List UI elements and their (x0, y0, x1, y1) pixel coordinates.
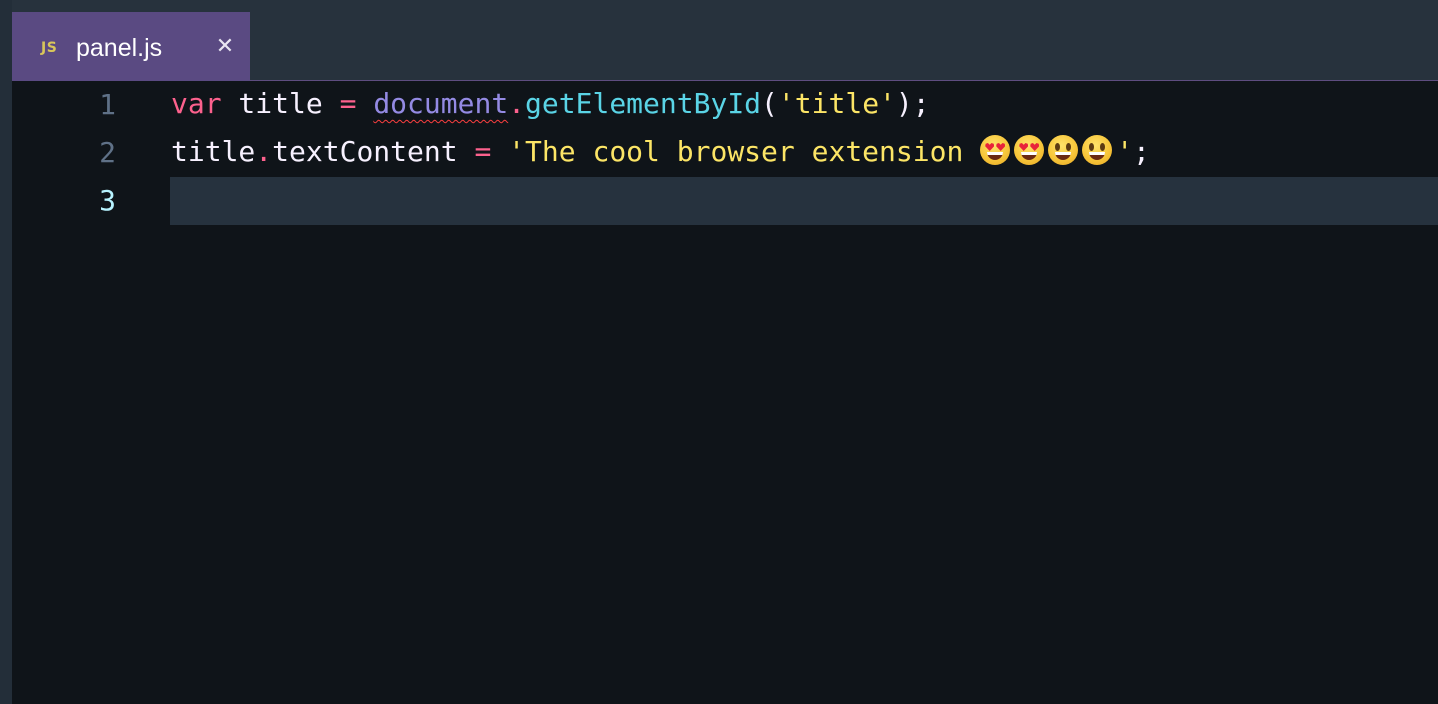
side-strip (0, 0, 12, 704)
tab-panel-js[interactable]: JS panel.js ✕ (12, 12, 250, 81)
line-number: 3 (99, 184, 116, 217)
paren-token: ( (761, 87, 778, 120)
emoji-group (980, 135, 1116, 172)
line-number: 1 (99, 88, 116, 121)
code-text: title.textContent = 'The cool browser ex… (171, 135, 1150, 172)
object-token: document (373, 87, 509, 120)
current-line-highlight (170, 177, 1438, 225)
identifier-token: title (171, 135, 256, 168)
tab-bar: JS panel.js ✕ (12, 0, 1438, 81)
code-line-current[interactable]: 3 (12, 177, 1438, 225)
heart-eyes-emoji-icon (1014, 135, 1045, 165)
grinning-emoji-icon (1082, 135, 1113, 165)
tab-title: panel.js (76, 34, 163, 62)
string-token: 'The cool browser extension (508, 135, 981, 168)
punctuation-token: ; (1133, 135, 1150, 168)
code-editor[interactable]: 1 var title = document.getElementById('t… (12, 81, 1438, 704)
close-icon[interactable]: ✕ (212, 34, 238, 60)
code-text: var title = document.getElementById('tit… (171, 87, 930, 120)
operator-token: = (474, 135, 492, 168)
dot-token: . (255, 135, 273, 168)
property-token: textContent (272, 135, 458, 168)
editor-window: JS panel.js ✕ 1 var title = document.get… (0, 0, 1438, 704)
line-number: 2 (99, 136, 116, 169)
grinning-emoji-icon (1048, 135, 1079, 165)
keyword-token: var (171, 87, 222, 120)
js-file-icon: JS (41, 40, 58, 56)
string-token: ' (1116, 135, 1134, 168)
code-line[interactable]: 2 title.textContent = 'The cool browser … (12, 129, 1438, 177)
heart-eyes-emoji-icon (980, 135, 1011, 165)
dot-token: . (508, 87, 526, 120)
punctuation-token: ); (895, 87, 930, 120)
operator-token: = (339, 87, 357, 120)
string-token: 'title' (777, 87, 896, 120)
function-token: getElementById (525, 87, 762, 120)
code-line[interactable]: 1 var title = document.getElementById('t… (12, 81, 1438, 129)
identifier-token: title (221, 87, 340, 120)
